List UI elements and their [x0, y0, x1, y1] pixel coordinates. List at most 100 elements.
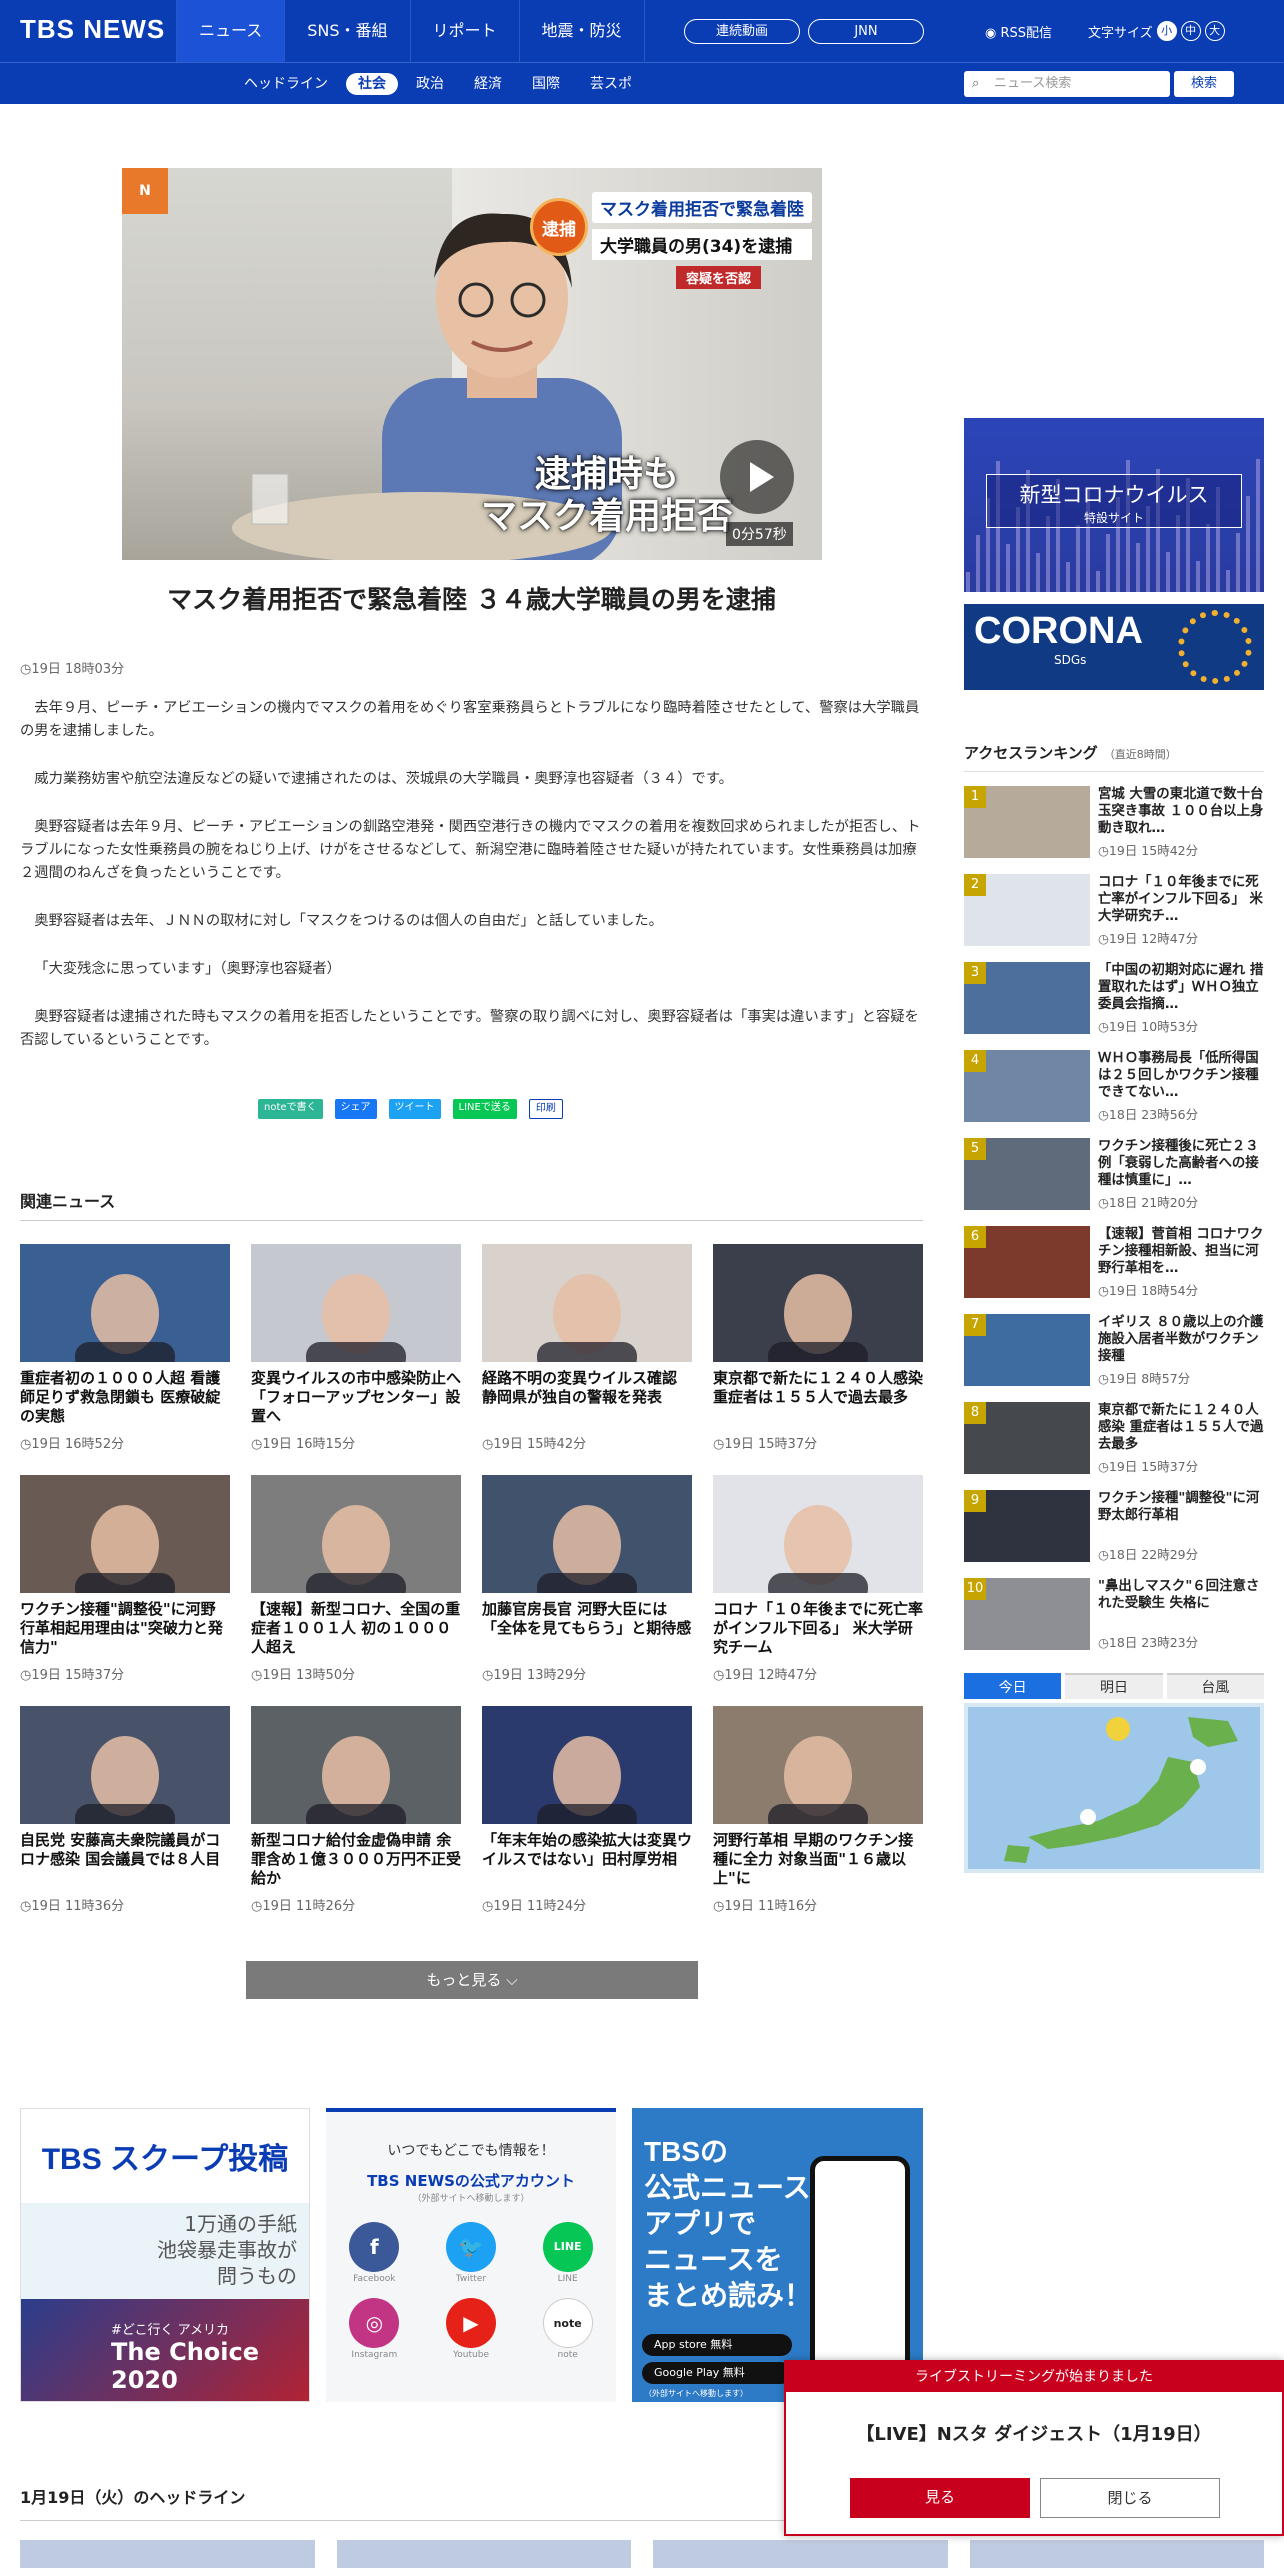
tbs-news-logo[interactable]: TBS NEWS: [20, 14, 165, 45]
related-news-title[interactable]: 河野行革相 早期のワクチン接種に全力 対象当面"１６歳以上"に: [713, 1831, 923, 1889]
related-news-card[interactable]: 重症者初の１０００人超 看護師足りず救急閉鎖も 医療破綻の実態 19日 16時52…: [20, 1244, 230, 1475]
related-news-card[interactable]: 「年末年始の感染拡大は変異ウイルスではない」田村厚労相 19日 11時24分: [482, 1706, 692, 1937]
headline-thumb[interactable]: [336, 2540, 631, 2568]
play-icon[interactable]: [720, 440, 794, 514]
ranking-item[interactable]: 4 ＷＨＯ事務局長「低所得国は２５回しかワクチン接種できてない… 18日 23時56…: [964, 1050, 1264, 1132]
related-news-card[interactable]: 変異ウイルスの市中感染防止へ「フォローアップセンター」設置へ 19日 16時15分: [251, 1244, 461, 1475]
social-link[interactable]: f Facebook: [326, 2222, 423, 2284]
related-news-card[interactable]: 加藤官房長官 河野大臣には「全体を見てもらう」と期待感 19日 13時29分: [482, 1475, 692, 1706]
ranking-title[interactable]: コロナ「１０年後までに死亡率がインフル下回る」 米大学研究チ…: [1098, 874, 1264, 926]
ranking-title[interactable]: ＷＨＯ事務局長「低所得国は２５回しかワクチン接種できてない…: [1098, 1050, 1264, 1102]
watch-button[interactable]: 見る: [850, 2478, 1030, 2518]
note-share-button[interactable]: noteで書く: [258, 1099, 323, 1119]
weather-tab-tomorrow[interactable]: 明日: [1065, 1673, 1163, 1699]
ranking-item[interactable]: 3 「中国の初期対応に遅れ 措置取れたはず」ＷＨＯ独立委員会指摘… 19日 10時5…: [964, 962, 1264, 1044]
close-popup-button[interactable]: 閉じる: [1040, 2478, 1220, 2518]
ranking-item[interactable]: 10 "鼻出しマスク"６回注意された受験生 失格に 18日 23時23分: [964, 1578, 1264, 1660]
nav-sns[interactable]: SNS・番組: [284, 0, 409, 62]
related-news-card[interactable]: 自民党 安藤高夫衆院議員がコロナ感染 国会議員では８人目 19日 11時36分: [20, 1706, 230, 1937]
related-news-title[interactable]: 新型コロナ給付金虚偽申請 余罪含め１億３０００万円不正受給か: [251, 1831, 461, 1889]
ranking-item[interactable]: 5 ワクチン接種後に死亡２３例「衰弱した高齢者への接種は慎重に」… 18日 21時2…: [964, 1138, 1264, 1220]
twitter-share-button[interactable]: ツイート: [388, 1099, 441, 1119]
related-news-card[interactable]: 【速報】新型コロナ、全国の重症者１００１人 初の１０００人超え 19日 13時50…: [251, 1475, 461, 1706]
related-news-card[interactable]: コロナ「１０年後までに死亡率がインフル下回る」 米大学研究チーム 19日 12時4…: [713, 1475, 923, 1706]
headline-thumb[interactable]: [20, 2540, 315, 2568]
related-news-card[interactable]: 河野行革相 早期のワクチン接種に全力 対象当面"１６歳以上"に 19日 11時16…: [713, 1706, 923, 1937]
related-news-title[interactable]: 【速報】新型コロナ、全国の重症者１００１人 初の１０００人超え: [251, 1600, 461, 1658]
related-news-card[interactable]: 経路不明の変異ウイルス確認 静岡県が独自の警報を発表 19日 15時42分: [482, 1244, 692, 1475]
corona-special-banner[interactable]: 新型コロナウイルス 特設サイト: [964, 418, 1264, 592]
ranking-title[interactable]: "鼻出しマスク"６回注意された受験生 失格に: [1098, 1578, 1264, 1630]
related-news-title[interactable]: 東京都で新たに１２４０人感染 重症者は１５５人で過去最多: [713, 1369, 923, 1427]
weather-tab-today[interactable]: 今日: [964, 1673, 1062, 1699]
line-share-button[interactable]: LINEで送る: [452, 1099, 517, 1119]
ranking-title[interactable]: ワクチン接種"調整役"に河野太郎行革相: [1098, 1490, 1264, 1542]
related-news-card[interactable]: 新型コロナ給付金虚偽申請 余罪含め１億３０００万円不正受給か 19日 11時26分: [251, 1706, 461, 1937]
related-news-thumbnail[interactable]: [251, 1244, 461, 1362]
jnn-button[interactable]: JNN: [808, 19, 924, 44]
cat-politics[interactable]: 政治: [404, 73, 456, 95]
print-button[interactable]: 印刷: [528, 1099, 563, 1119]
social-link[interactable]: note note: [519, 2298, 616, 2360]
google-play-button[interactable]: Google Play 無料: [642, 2362, 792, 2384]
related-news-title[interactable]: 変異ウイルスの市中感染防止へ「フォローアップセンター」設置へ: [251, 1369, 461, 1427]
related-news-thumbnail[interactable]: [20, 1244, 230, 1362]
related-news-thumbnail[interactable]: [20, 1706, 230, 1824]
weather-tab-typhoon[interactable]: 台風: [1166, 1673, 1264, 1699]
cat-entertainment-sports[interactable]: 芸スポ: [578, 73, 644, 95]
social-link[interactable]: ▶ Youtube: [423, 2298, 520, 2360]
related-news-thumbnail[interactable]: [251, 1706, 461, 1824]
ranking-item[interactable]: 7 イギリス ８０歳以上の介護施設入居者半数がワクチン接種 19日 8時57分: [964, 1314, 1264, 1396]
social-link[interactable]: LINE LINE: [519, 2222, 616, 2284]
ranking-title[interactable]: 「中国の初期対応に遅れ 措置取れたはず」ＷＨＯ独立委員会指摘…: [1098, 962, 1264, 1014]
cat-economy[interactable]: 経済: [462, 73, 514, 95]
cat-international[interactable]: 国際: [520, 73, 572, 95]
social-link[interactable]: ◎ Instagram: [326, 2298, 423, 2360]
related-news-title[interactable]: 加藤官房長官 河野大臣には「全体を見てもらう」と期待感: [482, 1600, 692, 1658]
ranking-title[interactable]: ワクチン接種後に死亡２３例「衰弱した高齢者への接種は慎重に」…: [1098, 1138, 1264, 1190]
ranking-item[interactable]: 8 東京都で新たに１２４０人感染 重症者は１５５人で過去最多 19日 15時37分: [964, 1402, 1264, 1484]
cat-headline[interactable]: ヘッドライン: [232, 73, 340, 95]
related-news-title[interactable]: コロナ「１０年後までに死亡率がインフル下回る」 米大学研究チーム: [713, 1600, 923, 1658]
related-news-title[interactable]: 「年末年始の感染拡大は変異ウイルスではない」田村厚労相: [482, 1831, 692, 1889]
related-news-title[interactable]: ワクチン接種"調整役"に河野行革相起用理由は"突破力と発信力": [20, 1600, 230, 1658]
video-player[interactable]: N 逮捕 マスク着用拒否で緊急着陸 大学職員の男(34)を逮捕 容疑を否認 逮捕…: [122, 168, 822, 560]
search-button[interactable]: 検索: [1174, 71, 1234, 97]
ranking-item[interactable]: 1 宮城 大雪の東北道で数十台玉突き事故 １００台以上身動き取れ… 19日 15時4…: [964, 786, 1264, 868]
popup-title[interactable]: 【LIVE】Nスタ ダイジェスト（1月19日）: [786, 2420, 1282, 2446]
font-size-large[interactable]: 大: [1204, 21, 1225, 41]
related-news-card[interactable]: ワクチン接種"調整役"に河野行革相起用理由は"突破力と発信力" 19日 15時37…: [20, 1475, 230, 1706]
related-news-card[interactable]: 東京都で新たに１２４０人感染 重症者は１５５人で過去最多 19日 15時37分: [713, 1244, 923, 1475]
ranking-item[interactable]: 2 コロナ「１０年後までに死亡率がインフル下回る」 米大学研究チ… 19日 12時4…: [964, 874, 1264, 956]
related-news-thumbnail[interactable]: [713, 1475, 923, 1593]
related-news-thumbnail[interactable]: [482, 1706, 692, 1824]
nav-disaster[interactable]: 地震・防災: [518, 0, 645, 62]
related-news-title[interactable]: 自民党 安藤高夫衆院議員がコロナ感染 国会議員では８人目: [20, 1831, 230, 1889]
ranking-title[interactable]: 東京都で新たに１２４０人感染 重症者は１５５人で過去最多: [1098, 1402, 1264, 1454]
ranking-title[interactable]: イギリス ８０歳以上の介護施設入居者半数がワクチン接種: [1098, 1314, 1264, 1366]
ikebukuro-banner[interactable]: 1万通の手紙 池袋暴走事故が 問うもの: [21, 2203, 309, 2299]
scoop-banner[interactable]: TBS スクープ投稿 1万通の手紙 池袋暴走事故が 問うもの #どこ行く アメリ…: [20, 2108, 310, 2402]
cat-society[interactable]: 社会: [346, 73, 398, 95]
search-input[interactable]: ⌕ ニュース検索: [964, 71, 1170, 97]
related-news-thumbnail[interactable]: [713, 1244, 923, 1362]
related-news-thumbnail[interactable]: [482, 1244, 692, 1362]
ranking-item[interactable]: 6 【速報】菅首相 コロナワクチン接種相新設、担当に河野行革相を… 19日 18時5…: [964, 1226, 1264, 1308]
related-news-thumbnail[interactable]: [482, 1475, 692, 1593]
rss-link[interactable]: ◉ RSS配信: [985, 22, 1052, 41]
ranking-item[interactable]: 9 ワクチン接種"調整役"に河野太郎行革相 18日 22時29分: [964, 1490, 1264, 1572]
facebook-share-button[interactable]: シェア: [334, 1099, 377, 1119]
font-size-medium[interactable]: 中: [1180, 21, 1201, 41]
related-news-thumbnail[interactable]: [713, 1706, 923, 1824]
related-news-title[interactable]: 経路不明の変異ウイルス確認 静岡県が独自の警報を発表: [482, 1369, 692, 1427]
nav-news[interactable]: ニュース: [176, 0, 285, 62]
corona-sdgs-banner[interactable]: CORONA SDGs: [964, 604, 1264, 690]
weather-map[interactable]: [964, 1703, 1264, 1873]
ranking-title[interactable]: 【速報】菅首相 コロナワクチン接種相新設、担当に河野行革相を…: [1098, 1226, 1264, 1278]
headline-thumb[interactable]: [969, 2540, 1264, 2568]
app-banner[interactable]: TBSの 公式ニュース アプリで ニュースを まとめ読み！ App store 無料 G…: [632, 2108, 923, 2402]
choice-2020-banner[interactable]: #どこ行く アメリカ The Choice 2020: [21, 2299, 309, 2401]
related-news-thumbnail[interactable]: [20, 1475, 230, 1593]
headline-thumb[interactable]: [653, 2540, 948, 2568]
font-size-small[interactable]: 小: [1156, 21, 1177, 41]
